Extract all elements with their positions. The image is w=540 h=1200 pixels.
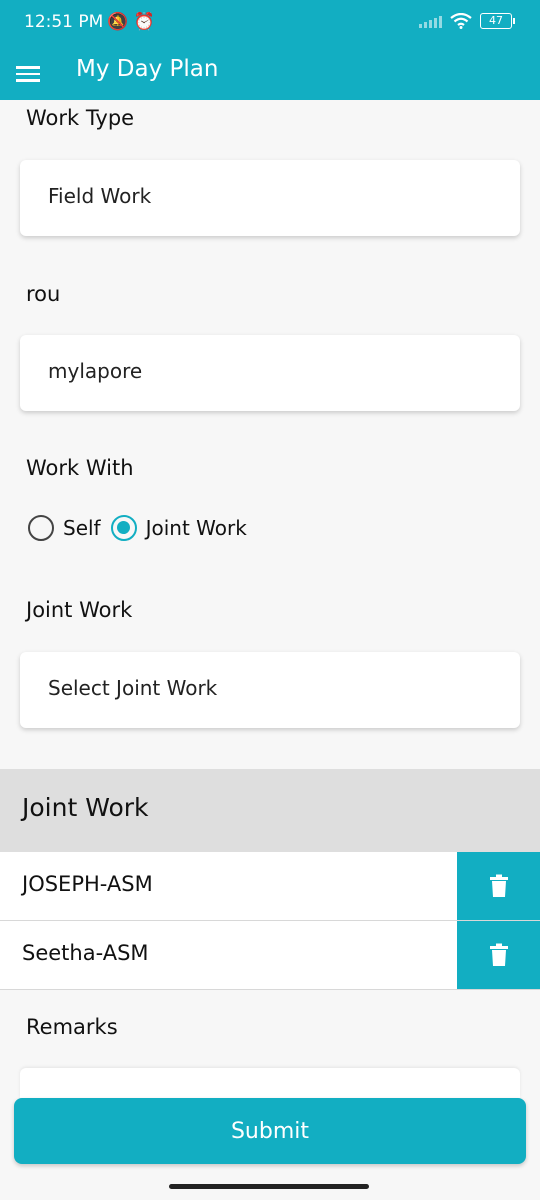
home-indicator (169, 1184, 369, 1189)
joint-work-name: Seetha-ASM (22, 941, 149, 965)
signal-icon (419, 14, 442, 28)
route-label: rou (26, 282, 61, 306)
radio-self-label[interactable]: Self (63, 516, 101, 540)
list-item: Seetha-ASM (0, 921, 540, 990)
remarks-label: Remarks (26, 1015, 118, 1039)
remarks-input[interactable] (20, 1068, 520, 1098)
status-bar: 12:51 PM 🔕 ⏰ 47 (0, 0, 540, 46)
status-icons: 🔕 ⏰ (107, 12, 155, 32)
joint-work-name: JOSEPH-ASM (22, 872, 153, 896)
status-time: 12:51 PM (24, 12, 104, 32)
page-title: My Day Plan (76, 56, 219, 82)
work-with-radio-group: Self Joint Work (28, 515, 257, 541)
hamburger-menu-icon[interactable] (16, 66, 40, 82)
delete-button[interactable] (457, 921, 540, 989)
work-type-label: Work Type (26, 106, 135, 130)
list-item: JOSEPH-ASM (0, 852, 540, 921)
app-bar: My Day Plan (0, 46, 540, 100)
route-field[interactable]: mylapore (20, 335, 520, 411)
wifi-icon (450, 13, 472, 29)
route-value: mylapore (48, 359, 143, 383)
trash-icon (489, 874, 508, 897)
status-right: 47 (419, 13, 515, 29)
joint-work-label: Joint Work (26, 598, 133, 622)
joint-work-select[interactable]: Select Joint Work (20, 652, 520, 728)
submit-button[interactable]: Submit (14, 1098, 526, 1164)
radio-joint-work[interactable] (110, 515, 137, 541)
joint-work-list-header: Joint Work (0, 769, 540, 852)
work-with-label: Work With (26, 456, 134, 480)
radio-self[interactable] (28, 515, 54, 541)
work-type-field[interactable]: Field Work (20, 160, 520, 236)
work-type-value: Field Work (48, 184, 152, 208)
delete-button[interactable] (457, 852, 540, 920)
joint-work-placeholder: Select Joint Work (48, 676, 218, 700)
trash-icon (489, 943, 508, 966)
joint-work-list-title: Joint Work (22, 793, 149, 822)
battery-icon: 47 (480, 13, 515, 29)
radio-joint-work-label[interactable]: Joint Work (146, 516, 247, 540)
